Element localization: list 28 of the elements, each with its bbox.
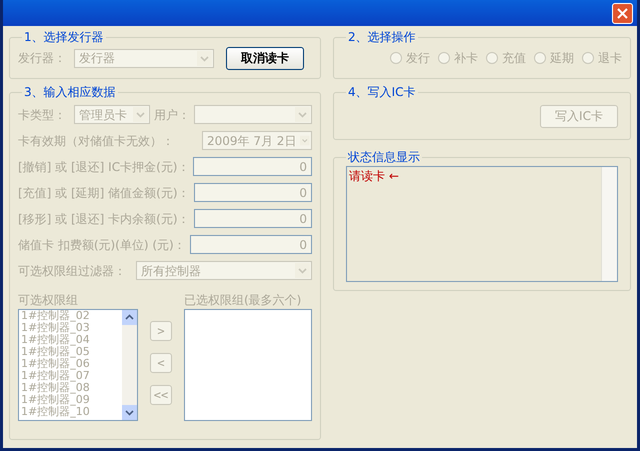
field-label: [撤销] 或 [退还] IC卡押金(元)： [18,158,190,176]
group-title: 3、输入相应数据 [23,84,117,101]
list-title: 已选权限组(最多六个) [184,292,302,309]
scrollbar[interactable] [601,167,617,281]
button[interactable]: 取消读卡 [226,46,304,70]
status-message: 请读卡 ← [348,168,400,185]
field-label: 用户： [154,106,190,124]
chevron-down-icon [122,405,137,420]
group-title: 4、写入IC卡 [347,84,417,101]
chevron-down-icon [295,107,310,122]
list-title: 可选权限组 [18,292,79,309]
field-label: [移形] 或 [退还] 卡内余额(元)： [18,210,190,228]
chevron-down-icon [295,263,310,278]
chevron-down-icon [300,133,310,148]
field-label: 可选权限组过滤器： [18,262,127,280]
chevron-down-icon [197,50,212,66]
group-title: 1、选择发行器 [23,29,105,46]
field-label: 卡有效期（对储值卡无效）： [18,132,175,150]
chevron-down-icon [133,107,148,122]
chevron-up-icon [122,310,137,325]
field-label: 发行器： [18,50,67,67]
close-icon [617,8,628,18]
group-title: 状态信息显示 [347,149,421,166]
field-label: [充值] 或 [延期] 储值金额(元)： [18,184,190,202]
field-label: 卡类型： [18,106,67,124]
field-label: 储值卡 扣费额(元)(单位) (元)： [18,236,186,254]
close-button[interactable] [612,2,633,24]
group-title: 2、选择操作 [347,29,417,46]
